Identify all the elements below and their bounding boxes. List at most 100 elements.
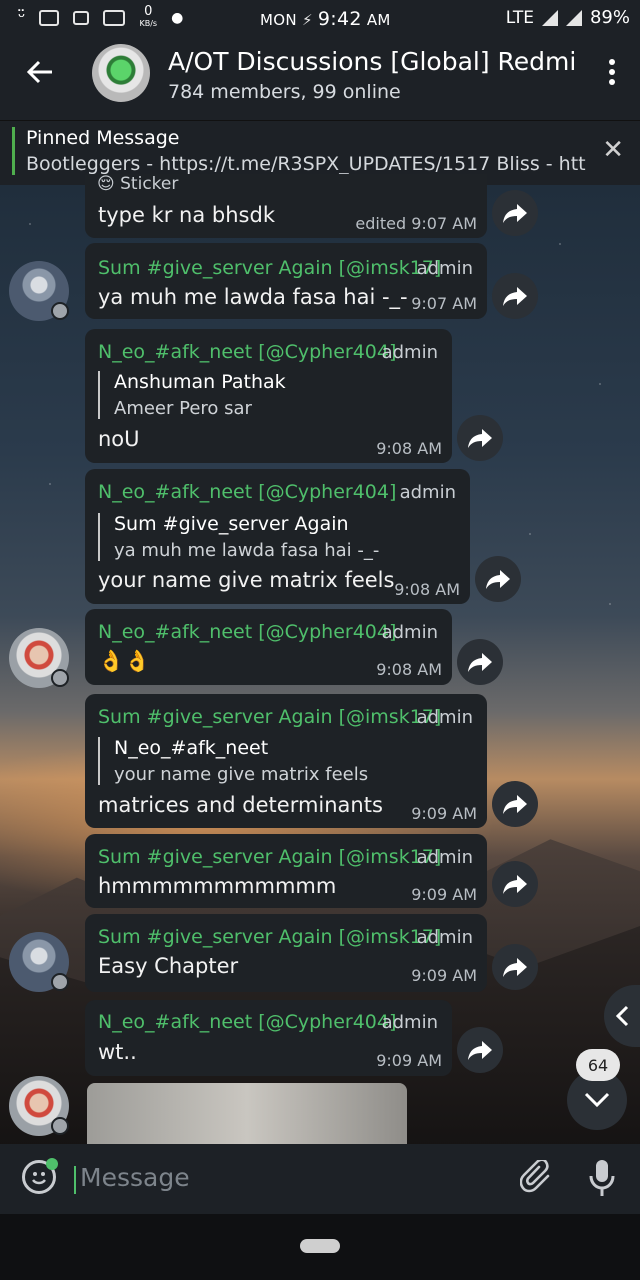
admin-badge: admin	[416, 927, 473, 948]
day-label: MON	[260, 11, 297, 29]
forward-button[interactable]	[492, 861, 538, 907]
message-text: Easy Chapter	[98, 954, 239, 978]
back-arrow-icon[interactable]	[26, 58, 54, 94]
message-time: 9:08 AM	[376, 660, 442, 679]
share-arrow-icon	[503, 875, 527, 894]
reply-sender: Sum #give_server Again	[114, 513, 349, 535]
online-dot	[51, 1117, 69, 1135]
signal-icon	[541, 9, 558, 26]
forward-button[interactable]	[457, 639, 503, 685]
forward-button[interactable]	[457, 415, 503, 461]
sender-name[interactable]: Sum #give_server Again [@imsk17]	[98, 846, 441, 868]
share-arrow-icon	[486, 570, 510, 589]
message-text: your name give matrix feels	[98, 568, 395, 592]
ampm-label: AM	[366, 11, 391, 29]
message-text: ya muh me lawda fasa hai -_-	[98, 285, 408, 309]
pinned-title: Pinned Message	[26, 127, 180, 149]
admin-badge: admin	[416, 847, 473, 868]
online-dot	[51, 669, 69, 687]
app-icon	[39, 9, 60, 26]
admin-badge: admin	[416, 707, 473, 728]
dot-icon: ●	[171, 9, 184, 26]
reply-quote[interactable]: Anshuman Pathak Ameer Pero sar	[98, 371, 286, 419]
share-arrow-icon	[468, 1041, 492, 1060]
message-bubble[interactable]: N_eo_#afk_neet [@Cypher404] admin Sum #g…	[85, 469, 470, 604]
cast-icon	[103, 9, 126, 26]
message-bubble[interactable]: N_eo_#afk_neet [@Cypher404] admin Anshum…	[85, 329, 452, 463]
sender-name[interactable]: N_eo_#afk_neet [@Cypher404]	[98, 481, 396, 503]
clock: MON ⚡ 9:42 AM	[260, 8, 391, 30]
attach-icon[interactable]	[519, 1158, 554, 1196]
message-bubble[interactable]: Sum #give_server Again [@imsk17] admin E…	[85, 914, 487, 992]
net-speed-unit: KB/s	[139, 19, 158, 28]
close-icon[interactable]: ✕	[602, 135, 624, 165]
message-time: 9:08 AM	[394, 580, 460, 599]
message-bubble[interactable]: Sum #give_server Again [@imsk17] admin y…	[85, 243, 487, 319]
forward-button[interactable]	[492, 944, 538, 990]
sender-name[interactable]: Sum #give_server Again [@imsk17]	[98, 706, 441, 728]
net-speed: 0 KB/s	[139, 4, 158, 29]
message-time: 9:09 AM	[411, 966, 477, 985]
admin-badge: admin	[416, 258, 473, 279]
unread-count-badge: 64	[576, 1049, 620, 1081]
sender-name[interactable]: Sum #give_server Again [@imsk17]	[98, 926, 441, 948]
share-arrow-icon	[468, 653, 492, 672]
message-text: matrices and determinants	[98, 793, 383, 817]
reply-sender: Anshuman Pathak	[114, 371, 286, 393]
microphone-icon[interactable]	[588, 1158, 616, 1198]
reply-text: ya muh me lawda fasa hai -_-	[114, 540, 380, 561]
network-label: LTE	[505, 7, 534, 28]
message-time: 9:09 AM	[376, 1051, 442, 1070]
sticker-emoji-icon: 😌	[97, 174, 115, 194]
message-bubble[interactable]: Sum #give_server Again [@imsk17] admin h…	[85, 834, 487, 908]
sender-name[interactable]: N_eo_#afk_neet [@Cypher404]	[98, 1011, 396, 1033]
message-time: edited 9:07 AM	[355, 214, 477, 233]
message-text: type kr na bhsdk	[98, 203, 275, 227]
notification-icons: ᵕ̈ 0 KB/s ●	[18, 4, 184, 29]
more-menu-icon[interactable]	[608, 58, 616, 92]
pinned-text: Bootleggers - https://t.me/R3SPX_UPDATES…	[26, 153, 586, 175]
forward-button[interactable]	[475, 556, 521, 602]
message-composer	[0, 1144, 640, 1214]
member-count: 784 members, 99 online	[168, 81, 401, 103]
forward-button[interactable]	[492, 273, 538, 319]
forward-button[interactable]	[492, 190, 538, 236]
net-speed-value: 0	[144, 4, 153, 19]
sender-name[interactable]: Sum #give_server Again [@imsk17]	[98, 257, 441, 279]
admin-badge: admin	[381, 1012, 438, 1033]
sender-name[interactable]: N_eo_#afk_neet [@Cypher404]	[98, 621, 396, 643]
chat-title[interactable]: A/OT Discussions [Global] Redmi	[168, 47, 576, 76]
reply-quote[interactable]: Sum #give_server Again ya muh me lawda f…	[98, 513, 379, 561]
group-avatar[interactable]	[92, 44, 150, 102]
emoji-notification-dot	[46, 1158, 58, 1170]
pinned-accent-bar	[12, 127, 15, 175]
forward-button[interactable]	[457, 1027, 503, 1073]
message-text: 👌👌	[98, 649, 151, 673]
photo-message[interactable]	[87, 1083, 407, 1145]
sender-name[interactable]: N_eo_#afk_neet [@Cypher404]	[98, 341, 396, 363]
admin-badge: admin	[381, 622, 438, 643]
message-time: 9:07 AM	[411, 294, 477, 313]
share-arrow-icon	[503, 958, 527, 977]
message-text: noU	[98, 427, 140, 451]
message-bubble[interactable]: 😌 Sticker type kr na bhsdk edited 9:07 A…	[85, 174, 487, 238]
share-arrow-icon	[503, 795, 527, 814]
share-arrow-icon	[503, 204, 527, 223]
system-icons: LTE 89%	[506, 7, 630, 28]
message-time: 9:09 AM	[411, 804, 477, 823]
online-dot	[51, 302, 69, 320]
message-time: 9:09 AM	[411, 885, 477, 904]
signal2-icon	[565, 9, 582, 26]
reply-quote[interactable]: N_eo_#afk_neet your name give matrix fee…	[98, 737, 368, 785]
forward-button[interactable]	[492, 781, 538, 827]
admin-badge: admin	[381, 342, 438, 363]
message-bubble[interactable]: N_eo_#afk_neet [@Cypher404] admin 👌👌 9:0…	[85, 609, 452, 685]
message-bubble[interactable]: N_eo_#afk_neet [@Cypher404] admin wt.. 9…	[85, 1000, 452, 1076]
text-cursor	[74, 1166, 76, 1194]
notification-icon: ᵕ̈	[18, 7, 26, 28]
reply-text: Ameer Pero sar	[114, 398, 252, 419]
message-input[interactable]	[78, 1162, 482, 1193]
home-gesture-pill[interactable]	[300, 1239, 340, 1253]
battery-label: 89%	[589, 7, 630, 28]
message-bubble[interactable]: Sum #give_server Again [@imsk17] admin N…	[85, 694, 487, 828]
